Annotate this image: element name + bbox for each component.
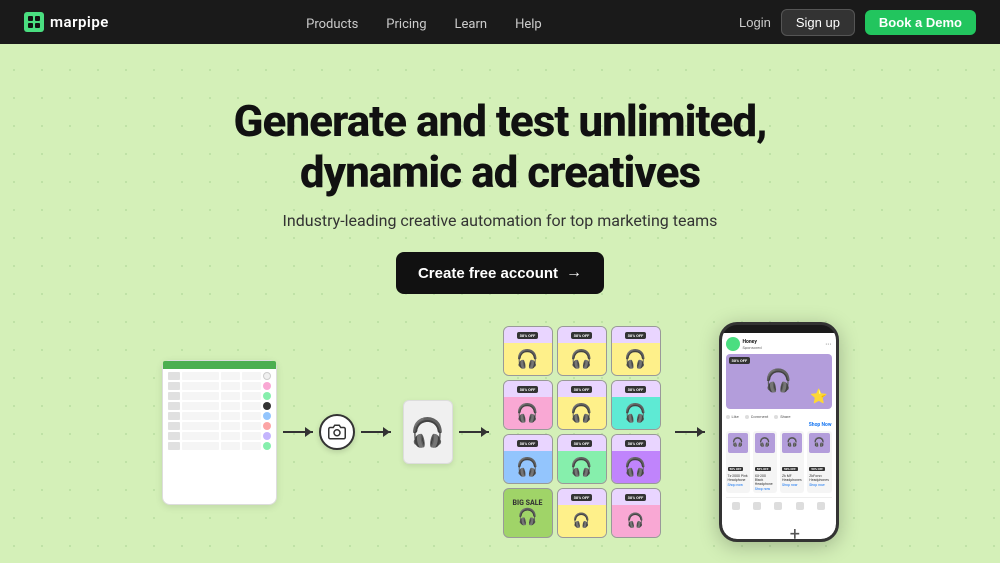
ad-card: 50% OFF 🎧 — [557, 488, 607, 538]
arrow-4 — [669, 431, 711, 433]
ad-card: 50% OFF 🎧 — [611, 326, 661, 376]
ad-card: 50% OFF 🎧 — [503, 326, 553, 376]
arrow-1 — [277, 431, 319, 433]
table-row — [168, 392, 271, 400]
ad-row: 50% OFF 🎧 50% OFF 🎧 50% OFF 🎧 — [503, 326, 661, 376]
nav-learn[interactable]: Learn — [455, 17, 488, 32]
ad-card: 50% OFF 🎧 — [557, 434, 607, 484]
hero-title: Generate and test unlimited, dynamic ad … — [0, 96, 1000, 197]
home-icon — [732, 502, 740, 510]
logo-text: marpipe — [50, 13, 109, 31]
video-icon — [774, 502, 782, 510]
ad-grid: 50% OFF 🎧 50% OFF 🎧 50% OFF 🎧 50% OFF 🎧 … — [503, 326, 661, 538]
menu-icon — [796, 502, 804, 510]
avatar — [726, 337, 740, 351]
nav-products[interactable]: Products — [306, 17, 358, 32]
illustration-area: 🎧 50% OFF 🎧 50% OFF 🎧 50% OFF 🎧 50% OFF — [0, 322, 1000, 542]
signup-button[interactable]: Sign up — [781, 9, 855, 36]
nav-links: Products Pricing Learn Help — [306, 13, 542, 32]
table-row — [168, 372, 271, 380]
table-row — [168, 382, 271, 390]
phone-ad-main: 50% OFF 🎧 ⭐ — [726, 354, 832, 409]
ad-row: BIG SALE 🎧 50% OFF 🎧 50% OFF 🎧 — [503, 488, 661, 538]
table-row — [168, 432, 271, 440]
ad-card: 50% OFF 🎧 — [503, 434, 553, 484]
ad-row: 50% OFF 🎧 50% OFF 🎧 50% OFF 🎧 — [503, 380, 661, 430]
ad-card: 50% OFF 🎧 — [503, 380, 553, 430]
ad-card: 50% OFF 🎧 — [611, 380, 661, 430]
ad-card-sale: BIG SALE 🎧 — [503, 488, 553, 538]
ad-card: 50% OFF 🎧 — [557, 326, 607, 376]
login-button[interactable]: Login — [739, 15, 771, 30]
phone-screen: Honey Sponsored ··· 50% OFF 🎧 ⭐ Like Com… — [722, 333, 836, 539]
hero-section: Generate and test unlimited, dynamic ad … — [0, 44, 1000, 294]
navbar: marpipe Products Pricing Learn Help Logi… — [0, 0, 1000, 44]
spreadsheet-panel — [162, 360, 277, 505]
phone-actions: Like Comment Share — [726, 412, 832, 421]
phone-product-row: 🎧 50% OFF Tx-2000 Pink Headphone Shop no… — [726, 431, 832, 493]
plus-sign: + — [790, 524, 800, 545]
phone-sponsored: Sponsored — [743, 345, 823, 350]
phone-more: ··· — [825, 340, 831, 349]
nav-help[interactable]: Help — [515, 17, 542, 32]
hero-subtitle: Industry-leading creative automation for… — [0, 211, 1000, 230]
nav-actions: Login Sign up Book a Demo — [739, 9, 976, 36]
shop-now-link[interactable]: Shop Now — [726, 422, 832, 428]
bell-icon — [817, 502, 825, 510]
phone-bottom-bar — [726, 497, 832, 512]
logo: marpipe — [24, 12, 109, 32]
nav-pricing[interactable]: Pricing — [386, 17, 426, 32]
logo-icon — [24, 12, 44, 32]
arrow-2 — [355, 431, 397, 433]
cta-button[interactable]: Create free account → — [396, 252, 604, 294]
search-icon — [753, 502, 761, 510]
table-row — [168, 402, 271, 410]
ad-row: 50% OFF 🎧 50% OFF 🎧 50% OFF 🎧 — [503, 434, 661, 484]
phone-mockup: Honey Sponsored ··· 50% OFF 🎧 ⭐ Like Com… — [719, 322, 839, 542]
product-image: 🎧 — [403, 400, 453, 464]
cta-arrow: → — [566, 264, 582, 282]
phone-product-card: 🎧 50% OFF Tx-2000 Pink Headphone Shop no… — [726, 431, 750, 493]
phone-product-card: 🎧 50% OFF ZbForsv Headphones Shop now — [807, 431, 831, 493]
ad-card: 50% OFF 🎧 — [611, 434, 661, 484]
book-demo-button[interactable]: Book a Demo — [865, 10, 976, 35]
arrow-3 — [453, 431, 495, 433]
table-row — [168, 442, 271, 450]
table-row — [168, 412, 271, 420]
phone-product-card: 🎧 50% OFF XX-200 Black Headphone Shop no… — [753, 431, 777, 493]
camera-node — [319, 414, 355, 450]
ad-card: 50% OFF 🎧 — [557, 380, 607, 430]
phone-notch — [759, 325, 799, 333]
table-row — [168, 422, 271, 430]
phone-product-card: 🎧 50% OFF Zk MF Headphones Shop now — [780, 431, 804, 493]
spreadsheet-header — [163, 361, 276, 369]
ad-card: 50% OFF 🎧 — [611, 488, 661, 538]
